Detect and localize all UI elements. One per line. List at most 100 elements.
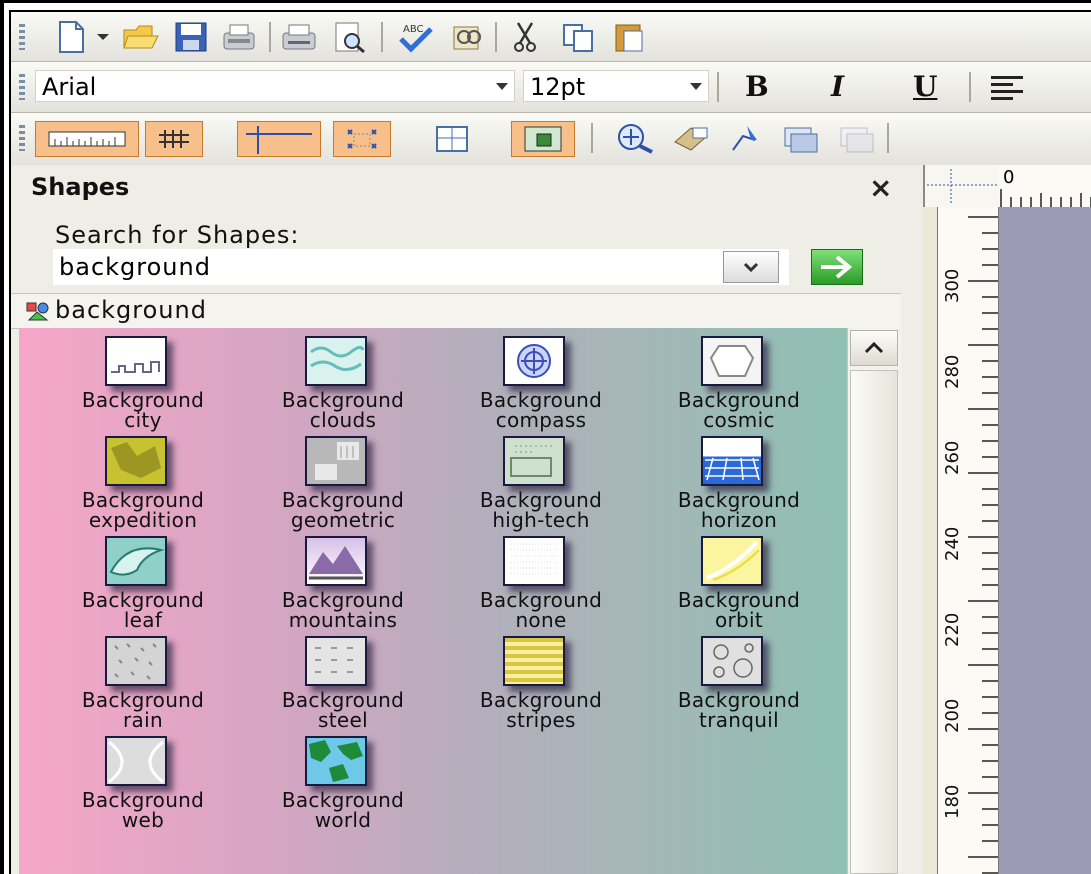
shape-label: Background rain xyxy=(81,688,205,732)
shape-item[interactable]: Background web xyxy=(43,732,243,836)
font-size-combo[interactable]: 12pt xyxy=(523,70,709,102)
shape-item[interactable]: Background horizon xyxy=(639,432,839,536)
orbit-icon xyxy=(701,536,763,586)
toolbar-grip[interactable] xyxy=(19,125,25,151)
search-go-button[interactable] xyxy=(811,249,863,285)
ruler-label: 200 xyxy=(942,698,963,733)
search-input[interactable] xyxy=(53,249,789,285)
cut-icon[interactable] xyxy=(505,20,545,54)
chevron-down-icon[interactable] xyxy=(496,83,508,90)
ruler-icon xyxy=(48,131,126,147)
guides-icon xyxy=(246,126,312,154)
shape-item[interactable]: Background stripes xyxy=(441,632,641,736)
shape-item[interactable]: Background none xyxy=(441,532,641,636)
copy-icon[interactable] xyxy=(559,20,599,54)
page-breaks-toggle[interactable] xyxy=(423,121,481,157)
pan-zoom-icon xyxy=(524,126,562,152)
connection-points-toggle[interactable] xyxy=(333,121,391,157)
underline-button[interactable]: U xyxy=(913,70,937,104)
leaf-icon xyxy=(105,536,167,586)
shape-label: Background none xyxy=(479,588,603,632)
shape-item[interactable]: Background expedition xyxy=(43,432,243,536)
spelling-icon[interactable]: ABC xyxy=(395,20,435,54)
ruler-label: 260 xyxy=(942,440,963,475)
connector-tool-icon[interactable] xyxy=(727,121,767,155)
layers-disabled-icon[interactable] xyxy=(837,121,877,155)
shape-item[interactable]: Background leaf xyxy=(43,532,243,636)
shapes-pane: Shapes × Search for Shapes: background B… xyxy=(11,165,923,874)
cosmic-icon xyxy=(701,336,763,386)
arrow-right-icon xyxy=(821,255,853,279)
shape-label: Background high-tech xyxy=(479,488,603,532)
app-client-area: ABC Arial 12pt B I U Shapes × Search for… xyxy=(9,10,1091,874)
shape-item[interactable]: Background mountains xyxy=(243,532,443,636)
new-dropdown-icon[interactable] xyxy=(91,20,115,54)
guides-toggle[interactable] xyxy=(237,121,321,157)
toolbar-separator xyxy=(717,72,719,102)
vertical-ruler[interactable]: 300 280 260 240 220 200 180 xyxy=(937,207,999,874)
zoom-icon[interactable] xyxy=(615,121,655,155)
ruler-ticks xyxy=(1000,189,1091,207)
close-icon[interactable]: × xyxy=(869,171,892,204)
none-icon xyxy=(503,536,565,586)
shape-item[interactable]: Background rain xyxy=(43,632,243,736)
shape-item[interactable]: Background steel xyxy=(243,632,443,736)
research-icon[interactable] xyxy=(447,20,487,54)
shape-item[interactable]: Background tranquil xyxy=(639,632,839,736)
connection-points-icon xyxy=(347,129,377,149)
new-icon[interactable] xyxy=(51,20,91,54)
search-label: Search for Shapes: xyxy=(55,221,300,249)
toolbar-grip[interactable] xyxy=(19,74,25,100)
shape-item[interactable]: Background high-tech xyxy=(441,432,641,536)
toolbar-separator xyxy=(269,22,271,52)
shape-item[interactable]: Background orbit xyxy=(639,532,839,636)
formatting-toolbar: Arial 12pt B I U xyxy=(11,62,1091,113)
shape-item[interactable]: Background cosmic xyxy=(639,332,839,436)
ruler-toggle[interactable] xyxy=(35,121,139,157)
standard-toolbar: ABC xyxy=(11,12,1091,62)
scroll-up-button[interactable] xyxy=(850,330,898,366)
pan-zoom-toggle[interactable] xyxy=(511,121,575,157)
scroll-thumb[interactable] xyxy=(850,370,898,874)
ruler-label: 300 xyxy=(942,268,963,303)
stencil-titlebar[interactable]: background xyxy=(11,293,901,329)
shape-data-icon[interactable] xyxy=(671,121,711,155)
toolbar-separator xyxy=(591,123,593,153)
shape-item[interactable]: Background clouds xyxy=(243,332,443,436)
print-icon[interactable] xyxy=(279,20,319,54)
stencil-name: background xyxy=(55,296,207,324)
layer-properties-icon[interactable] xyxy=(781,121,821,155)
toolbar-separator xyxy=(887,123,889,153)
permission-icon[interactable] xyxy=(219,20,259,54)
ruler-corner[interactable] xyxy=(923,165,999,207)
shape-label: Background compass xyxy=(479,388,603,432)
search-history-dropdown[interactable] xyxy=(723,251,779,283)
open-icon[interactable] xyxy=(121,20,161,54)
chevron-down-icon[interactable] xyxy=(690,83,702,90)
align-left-icon[interactable] xyxy=(987,70,1027,104)
shape-label: Background geometric xyxy=(281,488,405,532)
shape-label: Background mountains xyxy=(281,588,405,632)
ruler-origin-icon xyxy=(927,169,999,205)
shape-item[interactable]: Background geometric xyxy=(243,432,443,536)
geometric-icon xyxy=(305,436,367,486)
paste-icon[interactable] xyxy=(611,20,651,54)
shape-item[interactable]: Background compass xyxy=(441,332,641,436)
horizon-icon xyxy=(701,436,763,486)
grid-toggle[interactable] xyxy=(145,121,203,157)
font-name-combo[interactable]: Arial xyxy=(35,70,515,102)
italic-button[interactable]: I xyxy=(831,70,844,104)
toolbar-grip[interactable] xyxy=(19,24,25,50)
bold-button[interactable]: B xyxy=(745,70,769,104)
shape-item[interactable]: Background city xyxy=(43,332,243,436)
mountains-icon xyxy=(305,536,367,586)
drawing-canvas[interactable] xyxy=(999,207,1091,874)
application-window: ABC Arial 12pt B I U Shapes × Search for… xyxy=(0,0,1091,874)
save-icon[interactable] xyxy=(171,20,211,54)
compass-icon xyxy=(503,336,565,386)
web-icon xyxy=(105,736,167,786)
print-preview-icon[interactable] xyxy=(329,20,369,54)
shapes-scrollbar[interactable] xyxy=(847,328,902,874)
shape-item[interactable]: Background world xyxy=(243,732,443,836)
horizontal-ruler[interactable]: 0 xyxy=(999,165,1091,208)
